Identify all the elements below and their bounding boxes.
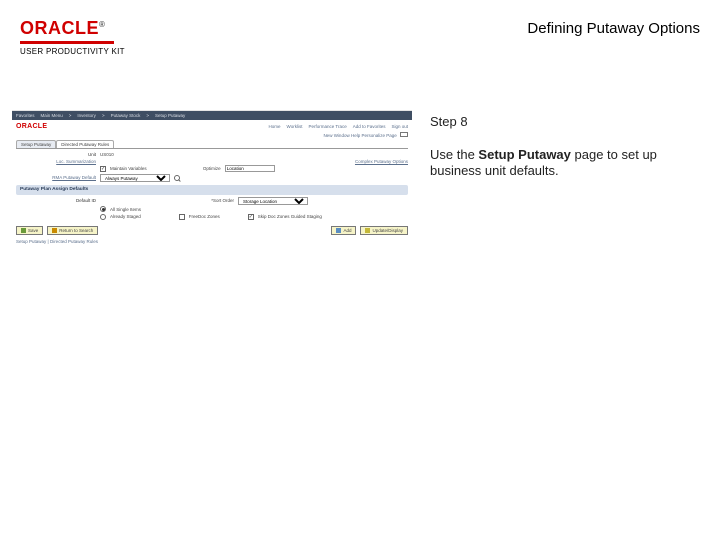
rma-default-link[interactable]: RMA Putaway Default xyxy=(16,175,96,180)
top-link[interactable]: Performance Trace xyxy=(308,124,346,129)
section-band: Putaway Plan Assign Defaults xyxy=(16,185,408,195)
breadcrumb[interactable]: Putaway Stock xyxy=(111,113,141,118)
loc-summ-link[interactable]: Loc. Summarization xyxy=(16,159,96,164)
trademark: ® xyxy=(99,20,105,29)
return-button[interactable]: Return to Search xyxy=(47,226,98,235)
window-action-icon[interactable] xyxy=(400,132,408,137)
skipdoc-checkbox[interactable] xyxy=(248,214,254,220)
tab-directed-rules[interactable]: Directed Putaway Rules xyxy=(56,140,114,148)
save-button[interactable]: Save xyxy=(16,226,43,235)
brand-tagline: USER PRODUCTIVITY KIT xyxy=(20,47,125,56)
save-button-label: Save xyxy=(28,228,38,233)
step-label: Step 8 xyxy=(430,114,708,129)
top-link[interactable]: Home xyxy=(269,124,281,129)
add-button[interactable]: Add xyxy=(331,226,356,235)
breadcrumb[interactable]: Main Menu xyxy=(41,113,63,118)
unit-label: Unit xyxy=(16,152,96,157)
add-button-label: Add xyxy=(343,228,351,233)
tab-setup-putaway[interactable]: Setup Putaway xyxy=(16,140,56,148)
default-id-label: Default ID xyxy=(16,198,96,203)
top-link[interactable]: Add to Favorites xyxy=(353,124,386,129)
return-icon xyxy=(52,228,57,233)
footer-links[interactable]: Setup Putaway | Directed Putaway Rules xyxy=(12,237,412,246)
optimize-input[interactable] xyxy=(225,165,275,172)
already-staged-radio[interactable] xyxy=(100,214,106,220)
add-icon xyxy=(336,228,341,233)
brand-underline xyxy=(20,41,114,44)
lookup-icon[interactable] xyxy=(174,175,180,181)
breadcrumb[interactable]: Favorites xyxy=(16,113,35,118)
update-icon xyxy=(365,228,370,233)
app-logo: ORACLE xyxy=(16,123,47,130)
window-action-links[interactable]: New Window Help Personalize Page xyxy=(323,133,396,138)
brand-logo: ORACLE® USER PRODUCTIVITY KIT xyxy=(20,18,125,56)
save-icon xyxy=(21,228,26,233)
section-band-title: Putaway Plan Assign Defaults xyxy=(20,187,88,192)
breadcrumb-bar: Favorites Main Menu> Inventory> Putaway … xyxy=(12,111,412,120)
unit-value: US010 xyxy=(100,152,114,157)
top-link[interactable]: Worklist xyxy=(287,124,303,129)
update-button-label: Update/Display xyxy=(372,228,403,233)
sort-order-label: *Sort Order xyxy=(164,198,234,203)
window-actions: New Window Help Personalize Page xyxy=(12,132,412,138)
instruction-text: Use the Setup Putaway page to set up bus… xyxy=(430,147,708,180)
complex-options-link[interactable]: Complex Putaway Options xyxy=(355,159,408,164)
skipdoc-label: Skip Doc Zones Guided Staging xyxy=(258,214,322,219)
maintain-vars-checkbox[interactable] xyxy=(100,166,106,172)
return-button-label: Return to Search xyxy=(59,228,93,233)
instruction-panel: Step 8 Use the Setup Putaway page to set… xyxy=(430,110,708,290)
top-link[interactable]: Sign out xyxy=(391,124,408,129)
sort-order-select[interactable]: Storage Location xyxy=(238,197,308,205)
rma-default-select[interactable]: Always Putaway xyxy=(100,174,170,182)
all-single-label: All Single Items xyxy=(110,207,141,212)
freedoc-checkbox[interactable] xyxy=(179,214,185,220)
all-single-radio[interactable] xyxy=(100,206,106,212)
page-title: Defining Putaway Options xyxy=(527,20,700,37)
update-button[interactable]: Update/Display xyxy=(360,226,408,235)
brand-text: ORACLE xyxy=(20,18,99,38)
breadcrumb[interactable]: Setup Putaway xyxy=(155,113,185,118)
app-screenshot-thumbnail: Favorites Main Menu> Inventory> Putaway … xyxy=(12,110,412,290)
optimize-label: Optimize xyxy=(151,166,221,171)
instruction-text-part: Use the xyxy=(430,147,478,162)
already-staged-label: Already Staged xyxy=(110,214,141,219)
breadcrumb[interactable]: Inventory xyxy=(77,113,96,118)
maintain-vars-label: Maintain Variables xyxy=(110,166,147,171)
instruction-text-bold: Setup Putaway xyxy=(478,147,570,162)
freedoc-label: FreeDoc Zones xyxy=(189,214,220,219)
